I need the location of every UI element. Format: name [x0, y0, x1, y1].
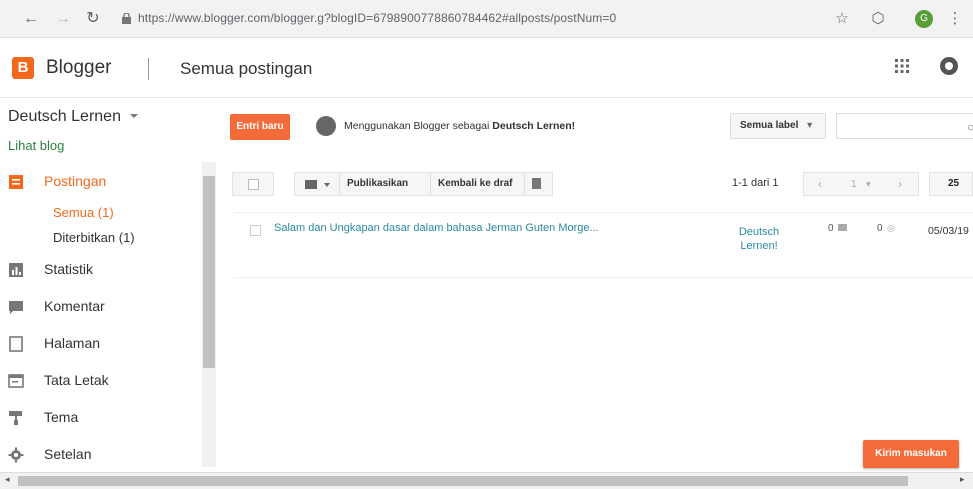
- new-post-button[interactable]: Entri baru: [230, 114, 290, 140]
- send-feedback-button[interactable]: Kirim masukan: [863, 440, 959, 468]
- page-title: Semua postingan: [180, 59, 313, 78]
- sidebar-subitem-published[interactable]: Diterbitkan (1): [53, 230, 135, 245]
- profile-avatar[interactable]: G: [915, 10, 933, 28]
- sidebar-item-pages[interactable]: Halaman: [8, 332, 198, 358]
- scroll-left-icon[interactable]: ◂: [5, 474, 10, 485]
- horizontal-scrollbar[interactable]: ◂ ▸: [0, 472, 973, 489]
- main-content: Entri baru Menggunakan Blogger sebagai D…: [218, 98, 973, 472]
- scroll-right-icon[interactable]: ▸: [960, 474, 965, 485]
- post-toolbar: Publikasikan Kembali ke draf: [294, 172, 553, 196]
- apps-grid-icon[interactable]: [894, 58, 910, 74]
- posts-icon: [9, 175, 23, 189]
- comment-icon: [838, 224, 847, 231]
- trash-icon[interactable]: [532, 178, 541, 189]
- sidebar-item-label: Setelan: [44, 446, 92, 462]
- account-icon[interactable]: [940, 57, 958, 75]
- sidebar-item-comments[interactable]: Komentar: [8, 295, 198, 321]
- chevron-right-icon[interactable]: ›: [898, 177, 902, 191]
- search-input[interactable]: ○: [836, 113, 973, 139]
- lock-icon: [122, 13, 131, 24]
- post-date: 05/03/19: [928, 225, 969, 237]
- sidebar-item-layout[interactable]: Tata Letak: [8, 369, 198, 395]
- chevron-down-icon: ▾: [807, 120, 813, 131]
- revert-to-draft-button[interactable]: Kembali ke draf: [438, 178, 512, 189]
- chevron-left-icon[interactable]: ‹: [818, 177, 822, 191]
- sidebar-item-label: Postingan: [44, 173, 107, 189]
- pages-icon: [9, 336, 23, 352]
- header-divider: [148, 58, 149, 80]
- table-row[interactable]: Salam dan Ungkapan dasar dalam bahasa Je…: [234, 212, 973, 278]
- blog-selector[interactable]: Deutsch Lernen: [8, 108, 121, 126]
- sidebar-item-label: Komentar: [44, 298, 105, 314]
- browser-toolbar: ← → ↻ https://www.blogger.com/blogger.g?…: [0, 0, 973, 38]
- per-page-select[interactable]: 25: [929, 172, 973, 196]
- post-checkbox[interactable]: [250, 225, 261, 236]
- select-all-dropdown[interactable]: [232, 172, 274, 196]
- brand-name[interactable]: Blogger: [46, 57, 112, 79]
- settings-icon: [8, 447, 24, 463]
- horizontal-scrollbar-thumb[interactable]: [18, 476, 908, 486]
- using-as-text: Menggunakan Blogger sebagai Deutsch Lern…: [344, 120, 576, 132]
- eye-icon: ◎: [887, 223, 895, 233]
- sidebar-item-posts[interactable]: Postingan: [8, 170, 198, 196]
- sidebar-item-theme[interactable]: Tema: [8, 406, 198, 432]
- label-filter-dropdown[interactable]: Semua label ▾: [730, 113, 826, 139]
- blogger-logo-icon[interactable]: B: [12, 57, 34, 79]
- sidebar-item-stats[interactable]: Statistik: [8, 258, 198, 284]
- sidebar-item-label: Statistik: [44, 261, 94, 277]
- sidebar-item-label: Tata Letak: [44, 372, 109, 388]
- bookmark-star-icon[interactable]: ☆: [832, 9, 852, 29]
- label-tag-icon[interactable]: [305, 180, 317, 189]
- pager: ‹ 1 ▾ ›: [803, 172, 919, 196]
- select-all-checkbox[interactable]: [248, 179, 259, 190]
- sidebar-scrollbar-thumb[interactable]: [203, 176, 215, 368]
- chevron-down-icon[interactable]: [324, 183, 330, 187]
- page-number[interactable]: 1: [851, 179, 857, 190]
- layout-icon: [8, 374, 24, 388]
- search-icon[interactable]: ○: [967, 120, 973, 134]
- view-count: 0: [877, 223, 883, 234]
- sidebar-item-settings[interactable]: Setelan: [8, 443, 198, 469]
- pager-range: 1-1 dari 1: [732, 177, 779, 189]
- sidebar-item-label: Tema: [44, 409, 79, 425]
- sidebar: Deutsch Lernen Lihat blog Postingan Semu…: [0, 98, 218, 472]
- stats-icon: [9, 263, 23, 277]
- publish-button[interactable]: Publikasikan: [347, 178, 408, 189]
- back-icon[interactable]: ←: [20, 8, 42, 30]
- view-blog-link[interactable]: Lihat blog: [8, 138, 64, 153]
- browser-menu-icon[interactable]: ⋮: [945, 9, 965, 29]
- using-as-blog: Deutsch Lernen!: [492, 120, 576, 132]
- forward-icon[interactable]: →: [52, 8, 74, 30]
- avatar[interactable]: [316, 116, 336, 136]
- url-text: https://www.blogger.com/blogger.g?blogID…: [138, 11, 617, 25]
- address-bar[interactable]: https://www.blogger.com/blogger.g?blogID…: [112, 6, 862, 32]
- comment-count: 0: [828, 223, 834, 234]
- sidebar-subitem-all[interactable]: Semua (1): [53, 205, 114, 220]
- chevron-down-icon[interactable]: ▾: [866, 179, 871, 190]
- comments-icon: [9, 301, 23, 314]
- post-title-link[interactable]: Salam dan Ungkapan dasar dalam bahasa Je…: [274, 222, 599, 234]
- extension-icon[interactable]: ⬡: [868, 9, 888, 29]
- reload-icon[interactable]: ↻: [82, 8, 104, 30]
- chevron-down-icon[interactable]: [130, 114, 138, 118]
- sidebar-item-label: Halaman: [44, 335, 101, 351]
- app-header: B Blogger Semua postingan: [0, 38, 973, 98]
- post-author[interactable]: Deutsch Lernen!: [724, 225, 794, 253]
- theme-icon: [9, 411, 22, 425]
